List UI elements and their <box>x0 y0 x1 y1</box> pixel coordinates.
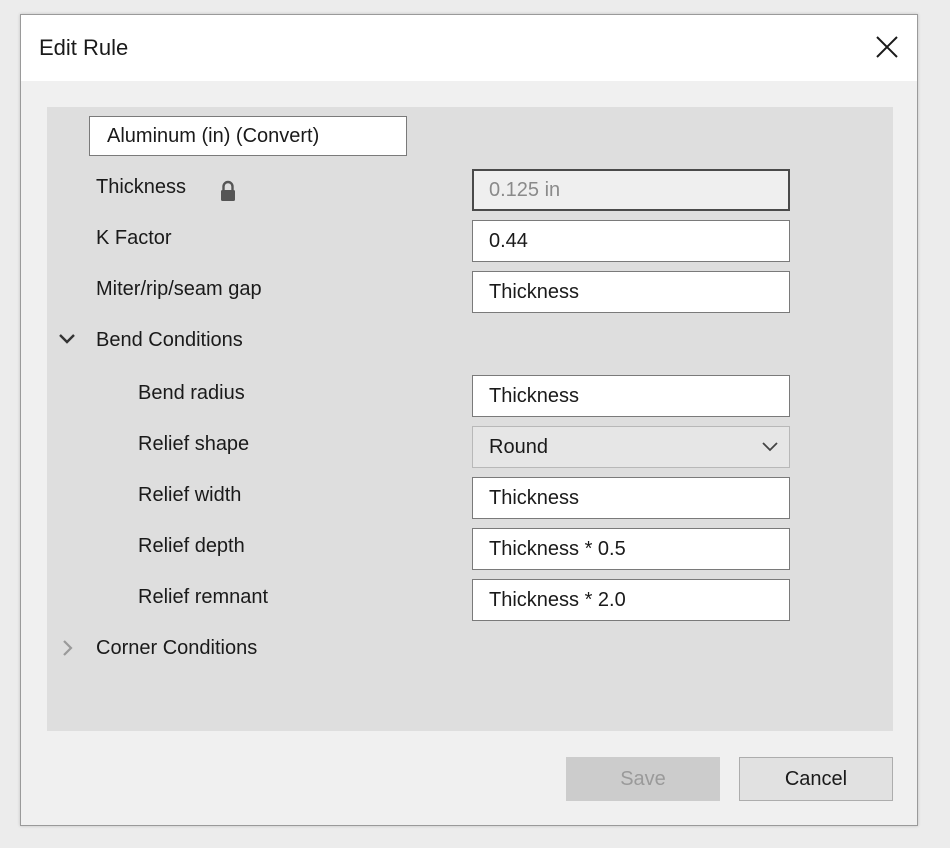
k-factor-label: K Factor <box>96 227 172 249</box>
title-bar: Edit Rule <box>21 15 917 81</box>
rule-name-field[interactable]: Aluminum (in) (Convert) <box>89 116 407 156</box>
dialog-title: Edit Rule <box>39 35 129 60</box>
miter-gap-field[interactable]: Thickness <box>472 271 790 313</box>
chevron-right-icon[interactable] <box>57 638 77 658</box>
relief-depth-field[interactable]: Thickness * 0.5 <box>472 528 790 570</box>
miter-gap-label: Miter/rip/seam gap <box>96 278 262 300</box>
relief-width-label: Relief width <box>138 484 242 506</box>
thickness-field: 0.125 in <box>472 169 790 211</box>
relief-width-field[interactable]: Thickness <box>472 477 790 519</box>
close-button[interactable] <box>869 29 905 65</box>
chevron-down-icon[interactable] <box>57 329 77 349</box>
relief-depth-label: Relief depth <box>138 535 245 557</box>
close-icon <box>876 36 898 58</box>
lock-icon <box>221 180 235 201</box>
bend-radius-field[interactable]: Thickness <box>472 375 790 417</box>
edit-rule-dialog: Edit Rule Aluminum (in) (Convert) Thickn… <box>20 14 918 826</box>
thickness-label: Thickness <box>96 176 187 198</box>
relief-shape-value: Round <box>489 436 548 458</box>
relief-shape-select[interactable]: Round <box>472 426 790 468</box>
k-factor-field[interactable]: 0.44 <box>472 220 790 262</box>
cancel-button[interactable]: Cancel <box>739 757 893 801</box>
relief-shape-label: Relief shape <box>138 433 250 455</box>
relief-remnant-label: Relief remnant <box>138 586 269 608</box>
rule-settings-panel: Aluminum (in) (Convert) Thickness 0.125 … <box>47 107 893 731</box>
chevron-down-icon <box>762 442 778 452</box>
bend-radius-label: Bend radius <box>138 382 245 404</box>
relief-remnant-field[interactable]: Thickness * 2.0 <box>472 579 790 621</box>
corner-conditions-header[interactable]: Corner Conditions <box>96 636 257 660</box>
save-button[interactable]: Save <box>566 757 720 801</box>
bend-conditions-header[interactable]: Bend Conditions <box>96 328 243 352</box>
